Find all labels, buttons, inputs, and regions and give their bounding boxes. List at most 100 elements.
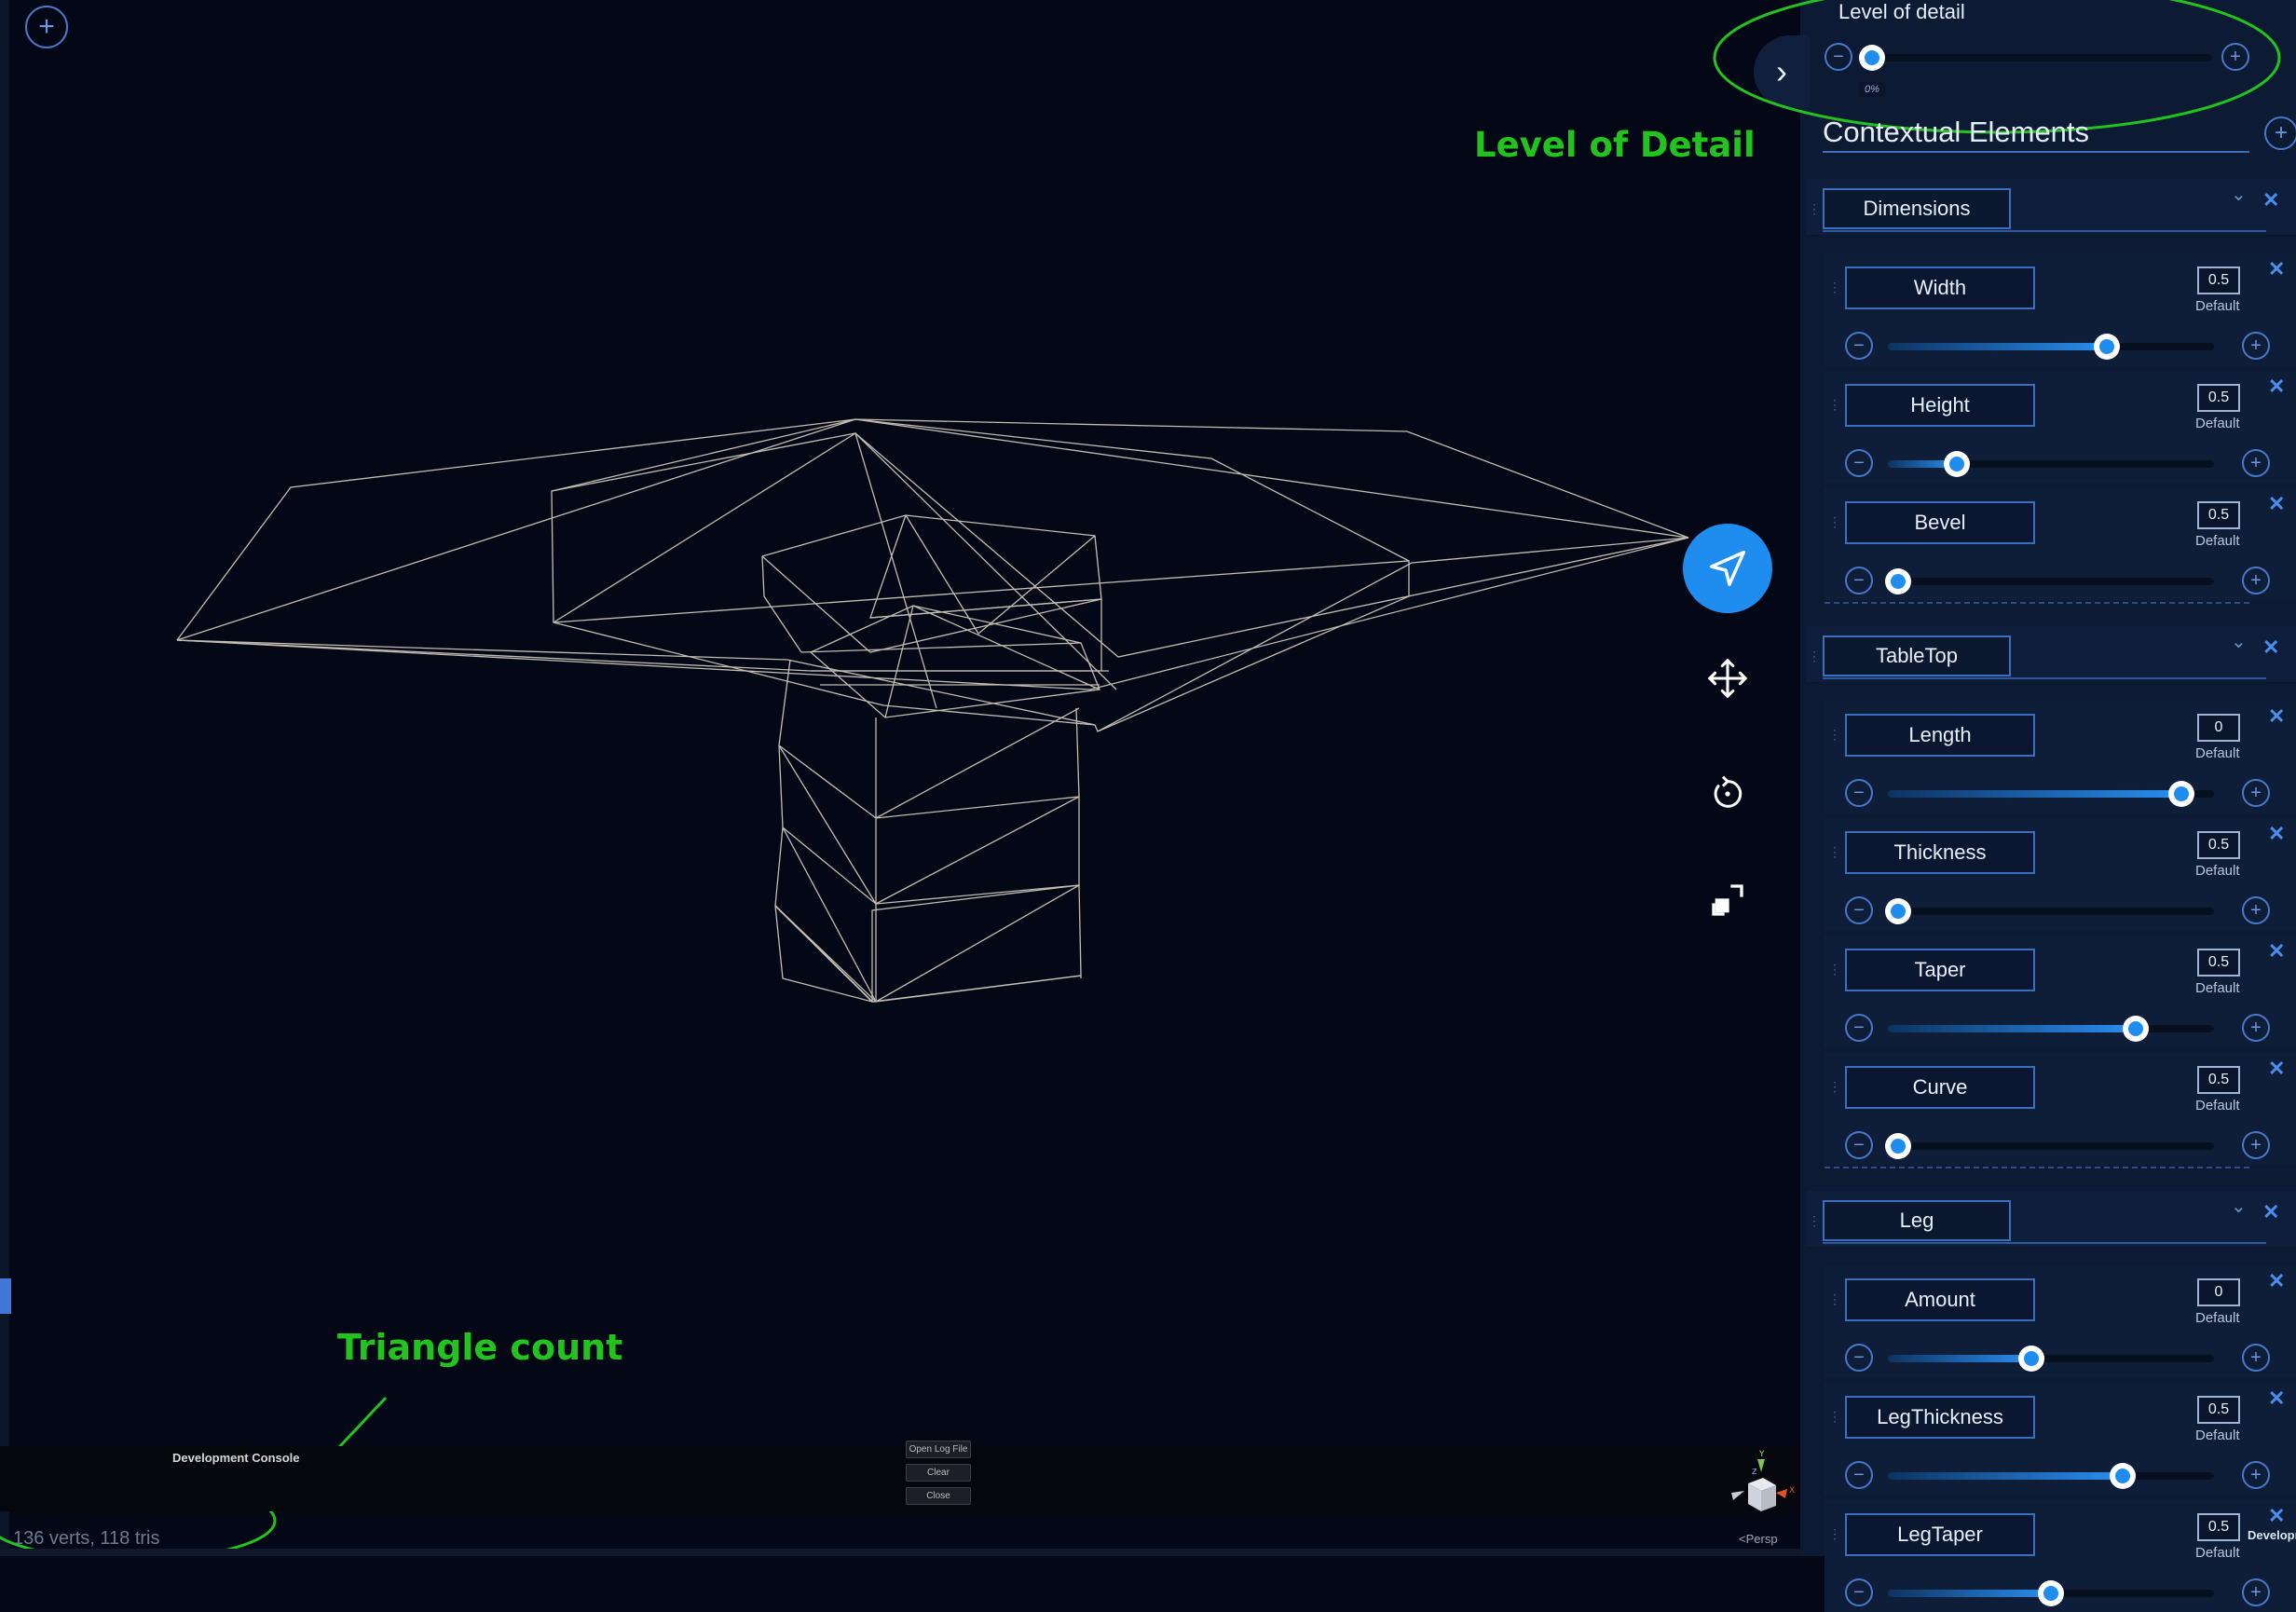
decrease-button[interactable]: − (1845, 779, 1873, 807)
remove-param-icon[interactable]: ✕ (2268, 822, 2285, 846)
decrease-button[interactable]: − (1845, 1461, 1873, 1489)
slider-knob[interactable] (1884, 898, 1911, 924)
increase-button[interactable]: + (2242, 779, 2270, 807)
param-value-input[interactable]: 0.5 (2197, 1396, 2240, 1424)
param-value-input[interactable]: 0.5 (2197, 949, 2240, 977)
remove-param-icon[interactable]: ✕ (2268, 492, 2285, 516)
default-label[interactable]: Default (2195, 298, 2240, 314)
param-slider[interactable] (1888, 781, 2214, 807)
increase-button[interactable]: + (2242, 332, 2270, 360)
increase-button[interactable]: + (2242, 1344, 2270, 1372)
param-name-button[interactable]: Width (1845, 266, 2035, 309)
chevron-down-icon[interactable]: ⌄ (2231, 1195, 2247, 1218)
param-value-input[interactable]: 0.5 (2197, 384, 2240, 412)
increase-button[interactable]: + (2242, 1014, 2270, 1042)
increase-button[interactable]: + (2242, 449, 2270, 477)
param-name-button[interactable]: Curve (1845, 1066, 2035, 1109)
increase-button[interactable]: + (2242, 1131, 2270, 1159)
param-slider[interactable] (1888, 334, 2214, 360)
param-name-button[interactable]: Height (1845, 384, 2035, 427)
lod-highlight-ellipse (1713, 0, 2281, 134)
remove-param-icon[interactable]: ✕ (2268, 939, 2285, 963)
default-label[interactable]: Default (2195, 1310, 2240, 1326)
decrease-button[interactable]: − (1845, 567, 1873, 594)
increase-button[interactable]: + (2242, 1578, 2270, 1606)
remove-group-icon[interactable]: ✕ (2262, 188, 2279, 212)
default-label[interactable]: Default (2195, 1098, 2240, 1113)
increase-button[interactable]: + (2242, 1461, 2270, 1489)
slider-knob[interactable] (2110, 1463, 2136, 1489)
remove-group-icon[interactable]: ✕ (2262, 1200, 2279, 1224)
remove-param-icon[interactable]: ✕ (2268, 1269, 2285, 1293)
decrease-button[interactable]: − (1845, 1014, 1873, 1042)
remove-param-icon[interactable]: ✕ (2268, 375, 2285, 399)
slider-knob[interactable] (2168, 781, 2194, 807)
remove-param-icon[interactable]: ✕ (2268, 1057, 2285, 1081)
add-contextual-element-button[interactable]: + (2264, 116, 2296, 150)
group-underline (1823, 230, 2266, 232)
axis-gizmo[interactable]: Y X Z (0, 0, 1800, 1556)
slider-knob[interactable] (1943, 451, 1970, 477)
perspective-label[interactable]: <Persp (1739, 1532, 1778, 1546)
decrease-button[interactable]: − (1845, 449, 1873, 477)
chevron-down-icon[interactable]: ⌄ (2231, 183, 2247, 206)
param-slider[interactable] (1888, 1016, 2214, 1042)
3d-viewport[interactable]: + Level of Detail Triangle count Develop… (0, 0, 1800, 1556)
increase-button[interactable]: + (2242, 567, 2270, 594)
param-name-button[interactable]: Thickness (1845, 831, 2035, 874)
remove-param-icon[interactable]: ✕ (2268, 257, 2285, 281)
decrease-button[interactable]: − (1845, 1344, 1873, 1372)
param-slider[interactable] (1888, 451, 2214, 477)
remove-param-icon[interactable]: ✕ (2268, 1387, 2285, 1411)
param-name-button[interactable]: Amount (1845, 1278, 2035, 1321)
minus-icon: − (1853, 1346, 1865, 1368)
slider-knob[interactable] (2018, 1346, 2044, 1372)
param-name-button[interactable]: LegTaper (1845, 1513, 2035, 1556)
param-name-button[interactable]: Length (1845, 714, 2035, 757)
param-name-button[interactable]: Bevel (1845, 501, 2035, 544)
default-label[interactable]: Default (2195, 1428, 2240, 1443)
slider-knob[interactable] (2093, 334, 2120, 360)
param-slider[interactable] (1884, 898, 2214, 924)
group-name-button[interactable]: Leg (1823, 1200, 2011, 1241)
param-value-input[interactable]: 0.5 (2197, 266, 2240, 294)
slider-knob[interactable] (2123, 1016, 2149, 1042)
param-value-input[interactable]: 0 (2197, 1278, 2240, 1306)
decrease-button[interactable]: − (1845, 1578, 1873, 1606)
default-label[interactable]: Default (2195, 863, 2240, 879)
param-value-input[interactable]: 0.5 (2197, 831, 2240, 859)
group-leg: ⋮⋮ Leg ⌄ ✕ (1806, 1191, 2296, 1249)
plus-icon: + (2250, 569, 2262, 591)
param-name-button[interactable]: LegThickness (1845, 1396, 2035, 1439)
slider-knob[interactable] (1884, 1133, 1911, 1159)
decrease-button[interactable]: − (1845, 1131, 1873, 1159)
param-value-input[interactable]: 0 (2197, 714, 2240, 742)
increase-button[interactable]: + (2242, 896, 2270, 924)
group-name-button[interactable]: Dimensions (1823, 188, 2011, 229)
param-value-input[interactable]: 0.5 (2197, 1066, 2240, 1094)
group-name-button[interactable]: TableTop (1823, 635, 2011, 676)
default-label[interactable]: Default (2195, 416, 2240, 431)
param-height: ⋮⋮ Height 0.5 Default ✕ − + (1824, 371, 2296, 483)
param-slider[interactable] (1884, 1133, 2214, 1159)
decrease-button[interactable]: − (1845, 332, 1873, 360)
param-slider[interactable] (1884, 568, 2214, 594)
slider-knob[interactable] (1884, 568, 1911, 594)
default-label[interactable]: Default (2195, 1545, 2240, 1561)
remove-param-icon[interactable]: ✕ (2268, 704, 2285, 729)
remove-group-icon[interactable]: ✕ (2262, 635, 2279, 660)
remove-param-icon[interactable]: ✕ (2268, 1504, 2285, 1528)
param-slider[interactable] (1888, 1580, 2214, 1606)
chevron-down-icon[interactable]: ⌄ (2231, 630, 2247, 653)
param-slider[interactable] (1888, 1463, 2214, 1489)
param-value-input[interactable]: 0.5 (2197, 501, 2240, 529)
param-slider[interactable] (1888, 1346, 2214, 1372)
svg-text:Y: Y (1758, 1450, 1765, 1459)
decrease-button[interactable]: − (1845, 896, 1873, 924)
default-label[interactable]: Default (2195, 533, 2240, 549)
default-label[interactable]: Default (2195, 745, 2240, 761)
param-name-button[interactable]: Taper (1845, 949, 2035, 991)
slider-knob[interactable] (2038, 1580, 2064, 1606)
default-label[interactable]: Default (2195, 980, 2240, 996)
param-value-input[interactable]: 0.5 (2197, 1513, 2240, 1541)
